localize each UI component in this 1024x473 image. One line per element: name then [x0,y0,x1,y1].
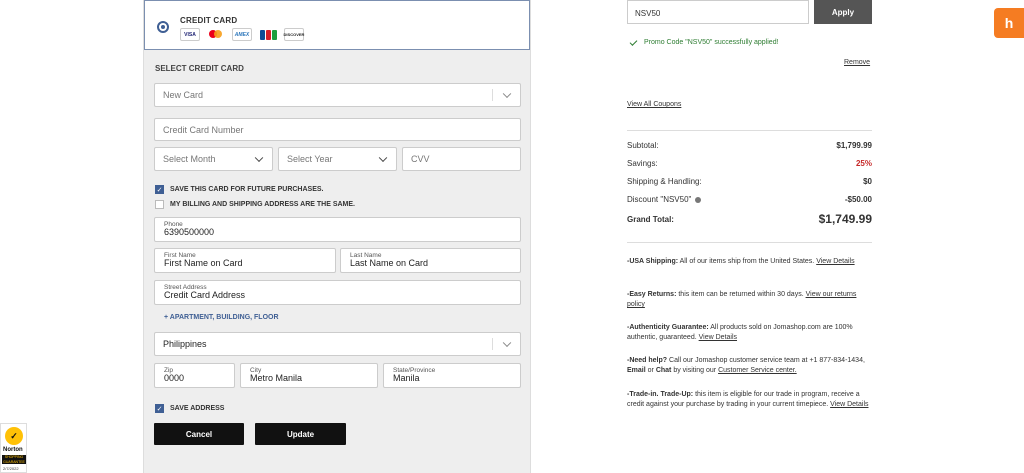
month-placeholder: Select Month [163,154,216,164]
select-card-title: SELECT CREDIT CARD [155,64,244,73]
phone-field[interactable]: Phone 6390500000 [154,217,521,242]
save-address-label: SAVE ADDRESS [170,405,225,412]
view-details-link[interactable]: View Details [699,334,737,341]
save-card-label: SAVE THIS CARD FOR FUTURE PURCHASES. [170,186,324,193]
cancel-button[interactable]: Cancel [154,423,244,445]
same-address-row[interactable]: MY BILLING AND SHIPPING ADDRESS ARE THE … [155,200,355,209]
usa-shipping-note: -USA Shipping: All of our items ship fro… [627,257,872,267]
promo-success-text: Promo Code "NSV50" successfully applied! [644,39,779,46]
divider [627,242,872,243]
note-text: Call our Jomashop customer service team … [667,357,865,364]
checkmark-shield-icon: ✓ [5,427,23,445]
honey-extension-icon[interactable]: h [994,8,1024,38]
state-value: Manila [393,373,420,383]
promo-success-message: Promo Code "NSV50" successfully applied! [629,37,779,46]
promo-code-input[interactable]: NSV50 [627,0,809,24]
chevron-down-icon [502,338,512,348]
shipping-value: $0 [863,177,872,186]
amex-logo-icon: AMEX [232,28,252,41]
apply-promo-button[interactable]: Apply [814,0,872,24]
payment-method-label: CREDIT CARD [180,16,238,25]
city-field[interactable]: City Metro Manila [240,363,378,388]
chevron-down-icon [254,153,264,163]
discount-label: Discount "NSV50" [627,195,692,204]
view-details-link[interactable]: View Details [830,401,868,408]
note-title: -USA Shipping: [627,258,679,265]
discover-logo-icon: DISCOVER [284,28,304,41]
note-text: this item can be returned within 30 days… [676,291,806,298]
card-logos: VISA AMEX DISCOVER [180,28,304,41]
info-icon[interactable] [695,196,702,203]
same-address-label: MY BILLING AND SHIPPING ADDRESS ARE THE … [170,201,355,208]
save-address-row[interactable]: ✓ SAVE ADDRESS [155,404,224,413]
shipping-label: Shipping & Handling: [627,177,702,186]
cvv-input[interactable]: CVV [402,147,521,171]
street-address-field[interactable]: Street Address Credit Card Address [154,280,521,305]
first-name-value: First Name on Card [164,258,243,268]
subtotal-value: $1,799.99 [836,141,872,150]
save-card-row[interactable]: ✓ SAVE THIS CARD FOR FUTURE PURCHASES. [155,185,324,194]
credit-card-radio[interactable] [157,21,169,33]
need-help-note: -Need help? Call our Jomashop customer s… [627,357,865,374]
check-icon [629,37,638,46]
cvv-placeholder: CVV [411,154,430,164]
last-name-value: Last Name on Card [350,258,429,268]
country-value: Philippines [163,339,207,349]
norton-name: Norton [3,447,23,453]
update-button[interactable]: Update [255,423,346,445]
visa-logo-icon: VISA [180,28,200,41]
mastercard-logo-icon [206,28,226,41]
easy-returns-note: -Easy Returns: this item can be returned… [627,290,872,310]
saved-card-select[interactable]: New Card [154,83,521,107]
chevron-down-icon [378,153,388,163]
trade-in-note: -Trade-in. Trade-Up: this item is eligib… [627,390,872,410]
save-card-checkbox[interactable]: ✓ [155,185,164,194]
country-select[interactable]: Philippines [154,332,521,356]
note-title: -Authenticity Guarantee: [627,324,709,331]
payment-panel: CREDIT CARD VISA AMEX DISCOVER SELECT CR… [143,0,531,473]
savings-value: 25% [855,159,872,168]
note-title: -Easy Returns: [627,291,677,298]
view-all-coupons-link[interactable]: View All Coupons [627,101,681,108]
last-name-field[interactable]: Last Name Last Name on Card [340,248,521,273]
subtotal-label: Subtotal: [627,141,659,150]
norton-badge[interactable]: ✓ Norton SHOPPING GUARANTEE 2/7/2022 [0,423,27,473]
year-placeholder: Select Year [287,154,333,164]
note-title: -Need help? [627,357,668,364]
grand-total-value: $1,749.99 [818,212,872,226]
save-address-checkbox[interactable]: ✓ [155,404,164,413]
same-address-checkbox[interactable] [155,200,164,209]
zip-field[interactable]: Zip 0000 [154,363,235,388]
savings-label: Savings: [627,159,658,168]
credit-card-option[interactable]: CREDIT CARD VISA AMEX DISCOVER [144,0,530,50]
email-label: Email [627,367,646,374]
card-number-input[interactable]: Credit Card Number [154,118,521,141]
view-details-link[interactable]: View Details [816,258,854,265]
grand-total-label: Grand Total: [627,215,674,224]
zip-value: 0000 [164,373,185,383]
state-field[interactable]: State/Province Manila [383,363,521,388]
norton-subtitle: SHOPPING GUARANTEE [2,455,26,464]
authenticity-note: -Authenticity Guarantee: All products so… [627,323,872,343]
note-text: All of our items ship from the United St… [678,258,817,265]
add-address-line-link[interactable]: + APARTMENT, BUILDING, FLOOR [164,314,279,321]
chat-label: Chat [655,367,672,374]
customer-service-link[interactable]: Customer Service center. [718,367,797,374]
jcb-logo-icon [258,28,278,41]
note-title: -Trade-in. Trade-Up: [627,391,694,398]
saved-card-value: New Card [163,90,204,100]
phone-value: 6390500000 [164,227,215,237]
first-name-field[interactable]: First Name First Name on Card [154,248,336,273]
discount-value: -$50.00 [844,195,872,204]
card-number-placeholder: Credit Card Number [163,124,244,135]
chevron-down-icon [502,89,512,99]
remove-promo-link[interactable]: Remove [844,59,870,66]
expiry-month-select[interactable]: Select Month [154,147,273,171]
expiry-year-select[interactable]: Select Year [278,147,397,171]
street-address-value: Credit Card Address [164,290,246,300]
divider [627,130,872,131]
norton-date: 2/7/2022 [3,466,19,471]
city-value: Metro Manila [250,373,303,383]
promo-code-value: NSV50 [635,9,661,18]
